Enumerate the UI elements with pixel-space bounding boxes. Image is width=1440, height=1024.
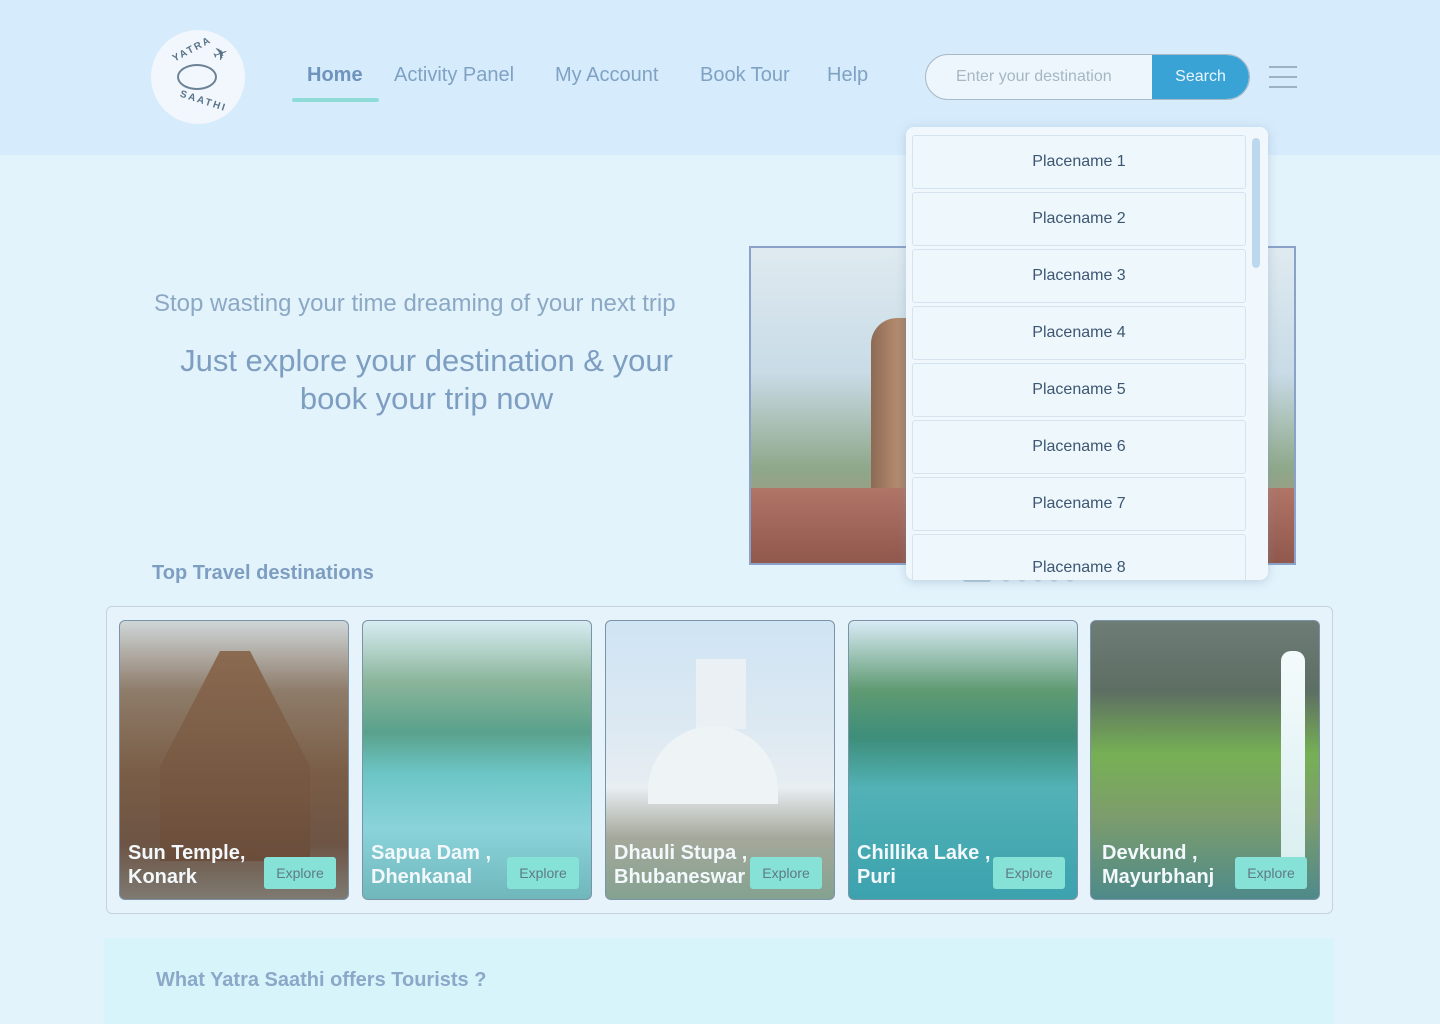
dropdown-scrollbar[interactable] [1252, 138, 1260, 268]
explore-button[interactable]: Explore [507, 857, 579, 889]
dropdown-item[interactable]: Placename 6 [912, 420, 1246, 474]
logo-emblem [177, 64, 217, 90]
explore-button[interactable]: Explore [750, 857, 822, 889]
top-destinations-title: Top Travel destinations [152, 562, 374, 584]
hero-subtitle: Stop wasting your time dreaming of your … [154, 290, 676, 317]
card-title: Devkund , Mayurbhanj [1102, 842, 1215, 888]
offers-title: What Yatra Saathi offers Tourists ? [156, 969, 487, 991]
destination-card-sun-temple[interactable]: Sun Temple, Konark Explore [119, 620, 349, 900]
yatra-saathi-logo[interactable]: YATRA ✈ SAATHI [151, 30, 245, 124]
nav-home[interactable]: Home [307, 64, 363, 87]
search-button[interactable]: Search [1152, 55, 1249, 99]
waterfall-image [1281, 651, 1305, 871]
card-title: Sapua Dam , Dhenkanal [371, 842, 492, 888]
nav-help[interactable]: Help [827, 64, 868, 87]
dropdown-item[interactable]: Placename 4 [912, 306, 1246, 360]
search-input[interactable] [926, 55, 1154, 99]
sun-temple-image [160, 651, 310, 861]
card-title: Sun Temple, Konark [128, 842, 246, 888]
destination-card-dhauli-stupa[interactable]: Dhauli Stupa , Bhubaneswar Explore [605, 620, 835, 900]
explore-button[interactable]: Explore [264, 857, 336, 889]
stupa-top-image [696, 659, 746, 729]
card-title: Chillika Lake , Puri [857, 842, 991, 888]
card-title: Dhauli Stupa , Bhubaneswar [614, 842, 748, 888]
active-nav-underline [292, 98, 379, 102]
hamburger-menu-icon[interactable] [1269, 66, 1297, 88]
offers-section: What Yatra Saathi offers Tourists ? [104, 938, 1334, 1024]
explore-button[interactable]: Explore [1235, 857, 1307, 889]
destination-card-sapua-dam[interactable]: Sapua Dam , Dhenkanal Explore [362, 620, 592, 900]
destination-card-devkund[interactable]: Devkund , Mayurbhanj Explore [1090, 620, 1320, 900]
dropdown-item[interactable]: Placename 3 [912, 249, 1246, 303]
plane-icon: ✈ [209, 42, 231, 67]
logo-text-top: YATRA [170, 34, 214, 65]
explore-button[interactable]: Explore [993, 857, 1065, 889]
dropdown-item[interactable]: Placename 8 [912, 534, 1246, 580]
destination-card-chillika-lake[interactable]: Chillika Lake , Puri Explore [848, 620, 1078, 900]
nav-book-tour[interactable]: Book Tour [700, 64, 790, 87]
dropdown-item[interactable]: Placename 1 [912, 135, 1246, 189]
nav-my-account[interactable]: My Account [555, 64, 658, 87]
dropdown-item[interactable]: Placename 7 [912, 477, 1246, 531]
destination-dropdown: Placename 1 Placename 2 Placename 3 Plac… [906, 127, 1268, 580]
nav-activity-panel[interactable]: Activity Panel [394, 64, 514, 87]
search-bar: Search [925, 54, 1250, 100]
hero-title: Just explore your destination & your boo… [180, 343, 673, 416]
dropdown-item[interactable]: Placename 2 [912, 192, 1246, 246]
logo-text-bottom: SAATHI [178, 88, 228, 115]
stupa-image [648, 726, 778, 804]
dropdown-item[interactable]: Placename 5 [912, 363, 1246, 417]
